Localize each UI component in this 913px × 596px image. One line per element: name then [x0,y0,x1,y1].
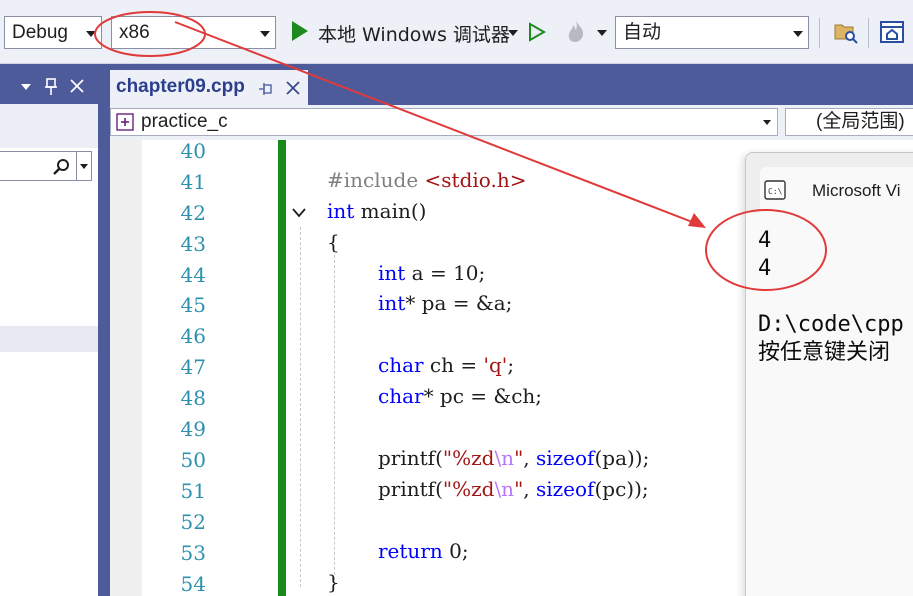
code-line: printf("%zd\n", sizeof(pa)); [378,446,650,470]
code-line: int* pa = &a; [378,291,513,315]
collapse-chevron-icon[interactable] [290,206,308,220]
chevron-down-icon [793,31,803,37]
play-icon[interactable] [292,21,308,41]
line-number: 51 [180,479,206,503]
line-number: 48 [180,386,206,410]
pin-icon[interactable] [44,78,58,96]
chevron-down-icon[interactable] [508,30,518,36]
line-number: 54 [180,572,206,596]
console-title-bar[interactable]: C:\ Microsoft Vi [746,153,913,213]
project-scope-value: practice_c [141,111,228,132]
main-toolbar: Debug x86 本地 Windows 调试器 自动 [0,0,913,64]
window-home-icon[interactable] [879,19,905,45]
start-without-debugging-icon[interactable] [528,22,546,42]
panel-splitter[interactable] [98,64,110,596]
project-icon [116,113,134,131]
code-line: { [327,230,340,254]
console-line: D:\code\cpp [758,312,904,337]
line-number: 45 [180,293,206,317]
panel-toolbar [0,104,98,148]
change-tracking-bar [278,140,286,596]
solution-explorer-panel [0,64,98,596]
line-number: 49 [180,417,206,441]
indent-guide [300,227,301,587]
global-scope-dropdown[interactable]: (全局范围) [785,108,913,136]
folder-search-icon[interactable] [833,19,859,45]
configuration-dropdown[interactable]: Debug [4,16,102,49]
line-number: 44 [180,263,206,287]
platform-dropdown[interactable]: x86 [111,16,276,49]
code-line: #include <stdio.h> [327,168,527,192]
debug-console-window[interactable]: C:\ Microsoft Vi 4 4 D:\code\cpp 按任意键关闭 [745,152,913,596]
console-line: 4 [758,256,772,281]
solution-config-dropdown[interactable]: 自动 [615,16,809,49]
run-debugger-button[interactable]: 本地 Windows 调试器 [318,20,510,47]
console-output: 4 4 D:\code\cpp 按任意键关闭 [746,213,913,596]
chevron-down-icon[interactable] [21,84,31,90]
tab-chapter09[interactable]: chapter09.cpp [110,70,308,105]
console-line: 按任意键关闭 [758,340,891,365]
chevron-down-icon [80,164,88,169]
pin-icon[interactable] [258,82,272,96]
line-number: 40 [180,139,206,163]
svg-text:C:\: C:\ [768,187,783,196]
chevron-down-icon [86,31,96,37]
close-icon[interactable] [70,79,84,93]
line-number: 52 [180,510,206,534]
code-line: } [327,570,340,594]
code-line: char* pc = &ch; [378,384,543,408]
tab-title: chapter09.cpp [116,76,245,97]
navigation-bar: practice_c (全局范围) [110,105,913,140]
configuration-value: Debug [12,22,68,43]
close-icon[interactable] [286,81,300,95]
console-line: 4 [758,228,772,253]
line-number: 42 [180,201,206,225]
chevron-down-icon [763,120,771,125]
solution-config-value: 自动 [623,22,662,43]
line-number: 46 [180,324,206,348]
search-input[interactable] [0,151,92,181]
indent-guide [334,255,335,585]
line-number: 43 [180,232,206,256]
code-line: return 0; [378,539,469,563]
chevron-down-icon[interactable] [597,30,607,36]
toolbar-separator [819,18,820,48]
code-line: char ch = 'q'; [378,353,515,377]
platform-value: x86 [119,22,150,43]
code-line: int a = 10; [378,261,486,285]
panel-header [0,64,98,104]
indicator-margin[interactable] [110,140,142,596]
project-scope-dropdown[interactable]: practice_c [110,108,778,136]
global-scope-value: (全局范围) [816,111,905,132]
terminal-icon: C:\ [764,180,786,200]
toolbar-separator [868,18,869,48]
search-options-dropdown[interactable] [76,152,91,180]
line-number: 41 [180,170,206,194]
line-number: 47 [180,355,206,379]
code-line: int main() [327,199,427,223]
chevron-down-icon [260,31,270,37]
code-line: printf("%zd\n", sizeof(pc)); [378,477,649,501]
line-number: 50 [180,448,206,472]
hot-reload-icon[interactable] [564,18,588,44]
selected-tree-item[interactable] [0,326,98,352]
search-icon[interactable] [52,158,70,176]
line-number: 53 [180,541,206,565]
console-title: Microsoft Vi [812,181,901,200]
